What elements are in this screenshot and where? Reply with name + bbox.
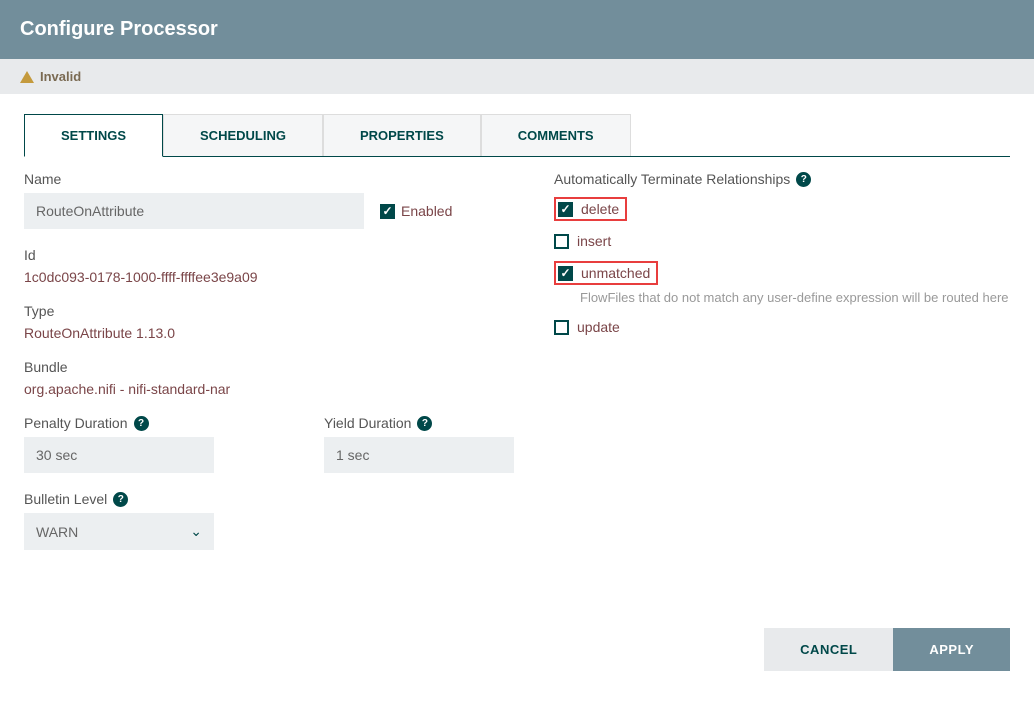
penalty-label: Penalty Duration ? <box>24 415 214 431</box>
bundle-field: Bundle org.apache.nifi - nifi-standard-n… <box>24 359 514 397</box>
help-icon[interactable]: ? <box>417 416 432 431</box>
relationship-label: unmatched <box>581 265 650 281</box>
tab-properties[interactable]: PROPERTIES <box>323 114 481 156</box>
dialog-title: Configure Processor <box>20 18 1014 41</box>
highlight-box: delete <box>554 197 627 221</box>
dialog-content: SETTINGS SCHEDULING PROPERTIES COMMENTS … <box>0 94 1034 671</box>
relationship-label: insert <box>577 233 611 249</box>
type-field: Type RouteOnAttribute 1.13.0 <box>24 303 514 341</box>
help-icon[interactable]: ? <box>113 492 128 507</box>
penalty-field: Penalty Duration ? <box>24 415 214 473</box>
bundle-value: org.apache.nifi - nifi-standard-nar <box>24 381 514 397</box>
right-column: Automatically Terminate Relationships ? … <box>554 171 1010 568</box>
configure-processor-dialog: Configure Processor Invalid SETTINGS SCH… <box>0 0 1034 671</box>
relationship-checkbox[interactable] <box>554 234 569 249</box>
enabled-label: Enabled <box>401 203 452 219</box>
bulletin-select[interactable]: WARN ⌄ <box>24 513 214 550</box>
cancel-button[interactable]: CANCEL <box>764 628 893 671</box>
relationship-description: FlowFiles that do not match any user-def… <box>580 289 1010 307</box>
tab-comments[interactable]: COMMENTS <box>481 114 631 156</box>
dialog-footer: CANCEL APPLY <box>24 628 1010 671</box>
name-label: Name <box>24 171 514 187</box>
id-label: Id <box>24 247 514 263</box>
tab-scheduling[interactable]: SCHEDULING <box>163 114 323 156</box>
highlight-box: unmatched <box>554 261 658 285</box>
relationship-label: delete <box>581 201 619 217</box>
chevron-down-icon: ⌄ <box>190 523 202 540</box>
name-field: Name Enabled <box>24 171 514 229</box>
help-icon[interactable]: ? <box>134 416 149 431</box>
relationship-item: delete <box>554 197 1010 221</box>
bundle-label: Bundle <box>24 359 514 375</box>
yield-input[interactable] <box>324 437 514 473</box>
bulletin-value: WARN <box>36 524 78 540</box>
enabled-checkbox-group: Enabled <box>380 203 452 219</box>
settings-panel: Name Enabled Id 1c0dc093-0178-1000-ffff-… <box>24 157 1010 568</box>
penalty-input[interactable] <box>24 437 214 473</box>
relationship-checkbox[interactable] <box>554 320 569 335</box>
relationship-item: update <box>554 319 1010 335</box>
status-text: Invalid <box>40 69 81 84</box>
id-value: 1c0dc093-0178-1000-ffff-ffffee3e9a09 <box>24 269 514 285</box>
duration-row: Penalty Duration ? Yield Duration ? <box>24 415 514 491</box>
relationship-checkbox[interactable] <box>558 202 573 217</box>
name-row: Enabled <box>24 193 514 229</box>
yield-field: Yield Duration ? <box>324 415 514 473</box>
enabled-checkbox[interactable] <box>380 204 395 219</box>
relationship-item: insert <box>554 233 1010 249</box>
bulletin-label: Bulletin Level ? <box>24 491 514 507</box>
type-label: Type <box>24 303 514 319</box>
tab-bar: SETTINGS SCHEDULING PROPERTIES COMMENTS <box>24 114 1010 157</box>
relationship-label: update <box>577 319 620 335</box>
yield-label: Yield Duration ? <box>324 415 514 431</box>
name-input[interactable] <box>24 193 364 229</box>
relationship-checkbox[interactable] <box>558 266 573 281</box>
relationship-item: unmatched FlowFiles that do not match an… <box>554 261 1010 307</box>
type-value: RouteOnAttribute 1.13.0 <box>24 325 514 341</box>
relationships-list: delete insert unmatched <box>554 197 1010 335</box>
apply-button[interactable]: APPLY <box>893 628 1010 671</box>
bulletin-field: Bulletin Level ? WARN ⌄ <box>24 491 514 550</box>
left-column: Name Enabled Id 1c0dc093-0178-1000-ffff-… <box>24 171 514 568</box>
warning-icon <box>20 71 34 83</box>
relationships-title: Automatically Terminate Relationships ? <box>554 171 1010 187</box>
dialog-header: Configure Processor <box>0 0 1034 59</box>
help-icon[interactable]: ? <box>796 172 811 187</box>
id-field: Id 1c0dc093-0178-1000-ffff-ffffee3e9a09 <box>24 247 514 285</box>
tab-settings[interactable]: SETTINGS <box>24 114 163 157</box>
status-bar: Invalid <box>0 59 1034 94</box>
